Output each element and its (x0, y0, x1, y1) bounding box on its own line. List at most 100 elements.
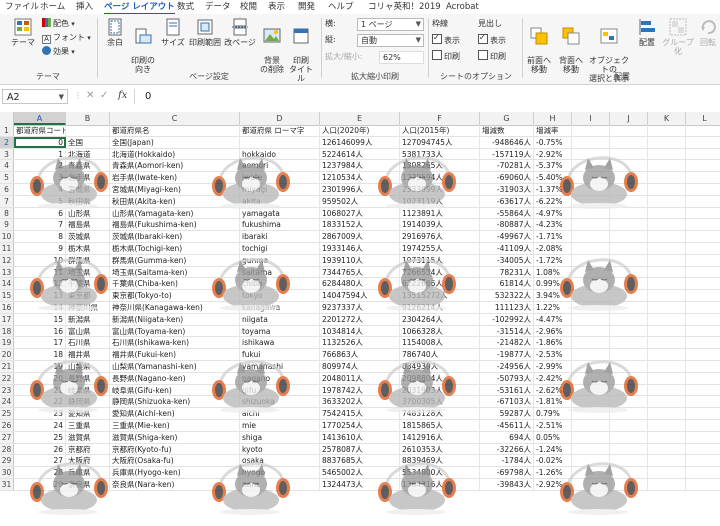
cell-f[interactable]: 1412916人 (400, 431, 480, 443)
checkbox-checked[interactable] (478, 32, 488, 44)
height-select[interactable]: 自動 ▼ (357, 34, 424, 47)
cell-c[interactable]: 神奈川県(Kanagawa-ken) (110, 302, 240, 313)
cell-e[interactable]: 1237984人 (320, 160, 400, 172)
cell-a[interactable]: 2 (14, 160, 66, 172)
row-header[interactable]: 12 (0, 254, 14, 266)
cell-g[interactable]: -69798人 (480, 467, 534, 478)
cell-f[interactable]: 7266534人 (400, 266, 480, 278)
cell-a[interactable]: 14 (14, 302, 66, 313)
cell-l[interactable] (686, 149, 720, 160)
cell-b[interactable]: 茨城県 (66, 231, 110, 242)
cell-k[interactable] (648, 313, 686, 325)
cell-b[interactable]: 山形県 (66, 207, 110, 219)
tab-11[interactable]: コリャ英和！2019 (368, 1, 441, 13)
themes-button[interactable]: テーマ (8, 16, 38, 47)
cell-e[interactable]: 959502人 (320, 195, 400, 207)
cell-b[interactable]: 秋田県 (66, 195, 110, 207)
cell-a[interactable]: 16 (14, 325, 66, 337)
cell-b[interactable]: 大阪府 (66, 455, 110, 467)
cell-b[interactable]: 静岡県 (66, 396, 110, 408)
cell-i[interactable] (572, 184, 610, 195)
chevron-down-icon[interactable]: ▼ (59, 90, 64, 105)
cell-k[interactable] (648, 207, 686, 219)
cell-c[interactable]: 三重県(Mie-ken) (110, 420, 240, 431)
cell-d[interactable]: fukui (240, 349, 320, 360)
cell-l[interactable] (686, 455, 720, 466)
cell-j[interactable] (610, 231, 648, 242)
cell-d[interactable]: fukushima (240, 219, 320, 231)
cell-e[interactable]: 809974人 (320, 361, 400, 372)
cell-c[interactable]: 都道府県名 (110, 125, 240, 136)
cell-g[interactable]: -24956人 (480, 361, 534, 372)
cell-c[interactable]: 北海道(Hokkaido) (110, 148, 240, 160)
cell-c[interactable]: 奈良県(Nara-ken) (110, 479, 240, 490)
cell-f[interactable]: 9126214人 (400, 302, 480, 313)
column-header-a[interactable]: A (14, 112, 66, 125)
cell-j[interactable] (610, 290, 648, 301)
cell-a[interactable]: 25 (14, 431, 66, 443)
cell-e[interactable]: 2201272人 (320, 313, 400, 325)
cell-b[interactable]: 三重県 (66, 420, 110, 431)
cell-a[interactable]: 15 (14, 313, 66, 325)
cell-d[interactable]: shizuoka (240, 396, 320, 408)
cell-a[interactable]: 9 (14, 243, 66, 254)
cell-i[interactable] (572, 313, 610, 325)
cell-k[interactable] (648, 372, 686, 384)
cell-k[interactable] (648, 325, 686, 337)
cell-a[interactable]: 0 (14, 136, 66, 148)
cell-f[interactable]: 1066328人 (400, 325, 480, 337)
cell-l[interactable] (686, 396, 720, 407)
cell-k[interactable] (648, 125, 686, 136)
cell-e[interactable]: 1770254人 (320, 420, 400, 431)
cell-i[interactable] (572, 195, 610, 207)
cell-j[interactable] (610, 325, 648, 337)
cell-k[interactable] (648, 231, 686, 242)
cell-i[interactable] (572, 408, 610, 419)
effects-button[interactable]: 効果 ▾ (42, 46, 75, 57)
cell-d[interactable]: akita (240, 195, 320, 207)
formula-input[interactable]: 0 (134, 89, 718, 104)
cell-b[interactable]: 青森県 (66, 160, 110, 172)
cell-l[interactable] (686, 408, 720, 419)
cell-a[interactable]: 10 (14, 254, 66, 266)
cell-j[interactable] (610, 396, 648, 408)
cell-b[interactable] (66, 125, 110, 136)
cell-j[interactable] (610, 160, 648, 172)
background-button[interactable]: 背景 の削除 (258, 16, 286, 74)
more-options-icon[interactable]: ⋮ (74, 91, 82, 100)
cell-b[interactable]: 長野県 (66, 372, 110, 384)
cell-h[interactable]: -2.92% (534, 479, 572, 490)
cell-l[interactable] (686, 385, 720, 396)
cell-l[interactable] (686, 444, 720, 455)
cell-h[interactable]: -2.08% (534, 243, 572, 254)
cell-a[interactable]: 13 (14, 290, 66, 301)
cell-i[interactable] (572, 207, 610, 219)
cell-h[interactable]: -2.42% (534, 372, 572, 384)
tab-7[interactable]: 校閲 (240, 1, 257, 13)
cell-c[interactable]: 大阪府(Osaka-fu) (110, 455, 240, 467)
cell-l[interactable] (686, 373, 720, 384)
cell-d[interactable]: nagano (240, 372, 320, 384)
cell-e[interactable]: 1833152人 (320, 219, 400, 231)
cell-b[interactable]: 神奈川県 (66, 302, 110, 313)
cell-h[interactable]: -1.24% (534, 443, 572, 455)
cell-f[interactable]: 3700305人 (400, 396, 480, 408)
cell-a[interactable]: 20 (14, 372, 66, 384)
headings-print-checkbox[interactable]: 印刷 (478, 50, 506, 61)
bring-forward-button[interactable]: 前面へ 移動 (524, 16, 554, 74)
cell-a[interactable]: 17 (14, 337, 66, 349)
cell-e[interactable]: 14047594人 (320, 290, 400, 301)
cell-l[interactable] (686, 302, 720, 313)
name-box[interactable]: A2 ▼ (2, 89, 68, 104)
row-header[interactable]: 24 (0, 396, 14, 408)
cell-d[interactable]: niigata (240, 313, 320, 325)
cell-d[interactable]: yamanashi (240, 361, 320, 372)
send-backward-button[interactable]: 背面へ 移動 (556, 16, 586, 74)
cell-c[interactable]: 滋賀県(Shiga-ken) (110, 431, 240, 443)
row-header[interactable]: 19 (0, 337, 14, 349)
cell-d[interactable]: osaka (240, 455, 320, 467)
column-header-g[interactable]: G (480, 112, 534, 125)
cell-b[interactable]: 新潟県 (66, 313, 110, 325)
column-header-c[interactable]: C (110, 112, 240, 125)
cell-g[interactable]: -80887人 (480, 219, 534, 231)
